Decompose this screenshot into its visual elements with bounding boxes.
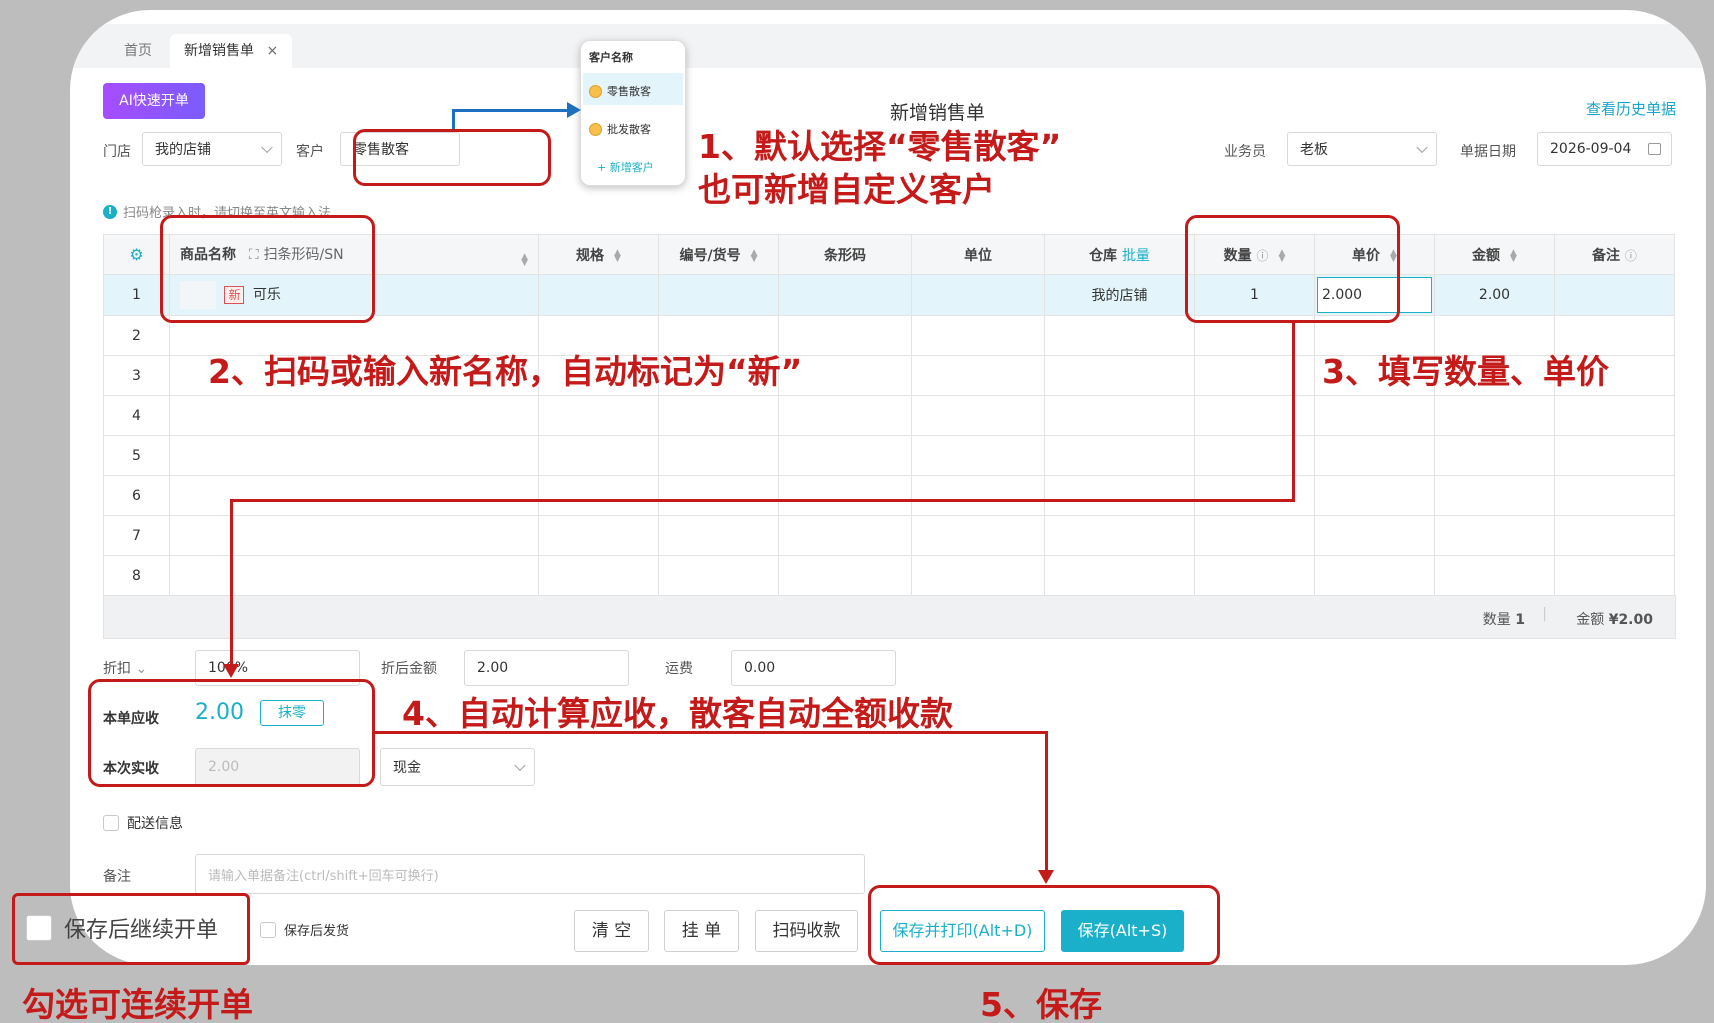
arrow-line: [452, 110, 455, 130]
remark-label: 备注: [103, 869, 131, 885]
unit-cell[interactable]: [911, 274, 1045, 316]
spec-cell[interactable]: [538, 274, 659, 316]
salesperson-select[interactable]: 老板: [1287, 132, 1437, 166]
after-discount-input[interactable]: 2.00: [464, 650, 629, 686]
hold-order-button[interactable]: 挂 单: [664, 910, 739, 952]
store-label: 门店: [103, 144, 131, 160]
shipping-label: 运费: [665, 661, 693, 677]
connector-line: [230, 499, 1295, 502]
scan-payment-button[interactable]: 扫码收款: [755, 910, 858, 952]
table-summary: 数量 1 | 金额 ¥2.00: [103, 595, 1676, 639]
delivery-checkbox[interactable]: [103, 815, 119, 831]
arrow-head-icon: [567, 102, 581, 118]
annotation-step1-line2: 也可新增自定义客户: [698, 170, 995, 209]
sort-icon[interactable]: ▲ ▼: [751, 248, 758, 263]
barcode-cell[interactable]: [778, 274, 912, 316]
coin-icon: [589, 122, 602, 136]
remark-input[interactable]: 请输入单据备注(ctrl/shift+回车可换行): [195, 854, 865, 894]
ship-after-save-toggle[interactable]: 保存后发货: [260, 920, 349, 939]
warehouse-cell[interactable]: 我的店铺: [1044, 274, 1195, 316]
table-row[interactable]: 5: [103, 435, 1675, 476]
connector-line: [230, 499, 233, 669]
summary-qty: 数量 1: [1482, 612, 1525, 628]
chevron-down-icon: [261, 141, 273, 154]
close-icon[interactable]: ×: [266, 43, 278, 59]
batch-link[interactable]: 批量: [1122, 248, 1150, 264]
annotation-step5: 5、保存: [980, 985, 1102, 1023]
arrow-head-icon: [223, 664, 239, 678]
divider: |: [1542, 606, 1547, 622]
clear-button[interactable]: 清 空: [574, 910, 649, 952]
calendar-icon: [1648, 143, 1661, 155]
salesperson-label: 业务员: [1224, 144, 1266, 160]
delivery-info-toggle[interactable]: 配送信息: [103, 813, 183, 833]
customer-label: 客户: [296, 144, 324, 160]
add-customer-link[interactable]: + 新增客户: [597, 159, 654, 175]
annotation-step3: 3、填写数量、单价: [1322, 352, 1609, 391]
chevron-down-icon: [1416, 141, 1428, 154]
highlight-receivable: [88, 679, 375, 787]
sort-icon[interactable]: ▲ ▼: [521, 252, 528, 267]
continue-after-save-toggle[interactable]: 保存后继续开单: [26, 912, 218, 944]
annotation-step4: 4、自动计算应收，散客自动全额收款: [402, 694, 953, 733]
date-label: 单据日期: [1460, 144, 1516, 160]
after-discount-label: 折后金额: [381, 661, 437, 677]
col-barcode: 条形码: [778, 234, 912, 275]
col-code[interactable]: 编号/货号 ▲ ▼: [658, 234, 779, 275]
shipping-input[interactable]: 0.00: [731, 650, 896, 686]
connector-line: [1045, 731, 1048, 874]
summary-amount: 金额 ¥2.00: [1576, 612, 1653, 628]
coin-icon: [589, 84, 602, 98]
code-cell[interactable]: [658, 274, 779, 316]
tab-bar: 首页 新增销售单 ×: [70, 24, 1706, 68]
sort-icon[interactable]: ▲ ▼: [1510, 248, 1517, 263]
col-note: 备注 ⓘ: [1554, 234, 1675, 275]
tab-new-sales-order[interactable]: 新增销售单 ×: [170, 34, 293, 68]
annotation-continue-tip: 勾选可连续开单: [22, 985, 253, 1023]
tab-home[interactable]: 首页: [110, 34, 166, 68]
table-row[interactable]: 8: [103, 555, 1675, 596]
arrow-head-icon: [1038, 870, 1054, 884]
continue-checkbox[interactable]: [26, 915, 52, 941]
annotation-step2: 2、扫码或输入新名称，自动标记为“新”: [208, 352, 803, 391]
chevron-down-icon: [514, 759, 526, 772]
ship-after-save-checkbox[interactable]: [260, 921, 276, 938]
col-unit: 单位: [911, 234, 1045, 275]
arrow-line: [452, 109, 572, 112]
ai-quick-order-button[interactable]: AI快速开单: [103, 83, 205, 119]
dropdown-option-wholesale[interactable]: 批发散客: [589, 121, 651, 137]
sort-icon[interactable]: ▲ ▼: [614, 248, 621, 263]
note-cell[interactable]: [1554, 274, 1675, 316]
highlight-save-buttons: [868, 885, 1220, 965]
help-icon[interactable]: ⓘ: [1625, 249, 1637, 263]
table-row[interactable]: 6: [103, 475, 1675, 516]
highlight-customer: [353, 129, 551, 186]
col-warehouse: 仓库 批量: [1044, 234, 1195, 275]
dropdown-header: 客户名称: [589, 51, 633, 64]
col-spec[interactable]: 规格 ▲ ▼: [538, 234, 659, 275]
info-icon: !: [103, 204, 117, 219]
table-row[interactable]: 4: [103, 395, 1675, 436]
discount-label[interactable]: 折扣 ⌄: [103, 658, 147, 678]
table-row[interactable]: 7: [103, 515, 1675, 556]
store-select[interactable]: 我的店铺: [142, 132, 282, 166]
connector-line: [1292, 322, 1295, 502]
dropdown-option-retail[interactable]: 零售散客: [589, 83, 651, 99]
payment-method-select[interactable]: 现金: [380, 748, 535, 786]
col-amount[interactable]: 金额 ▲ ▼: [1434, 234, 1555, 275]
highlight-product-name: [160, 215, 375, 323]
annotation-step1-line1: 1、默认选择“零售散客”: [698, 127, 1062, 166]
view-history-link[interactable]: 查看历史单据: [1586, 98, 1676, 119]
highlight-qty-price: [1185, 215, 1400, 323]
amount-cell: 2.00: [1434, 274, 1555, 316]
date-picker[interactable]: 2026-09-04: [1537, 132, 1672, 166]
customer-dropdown: 客户名称 零售散客 批发散客 + 新增客户: [580, 40, 686, 186]
